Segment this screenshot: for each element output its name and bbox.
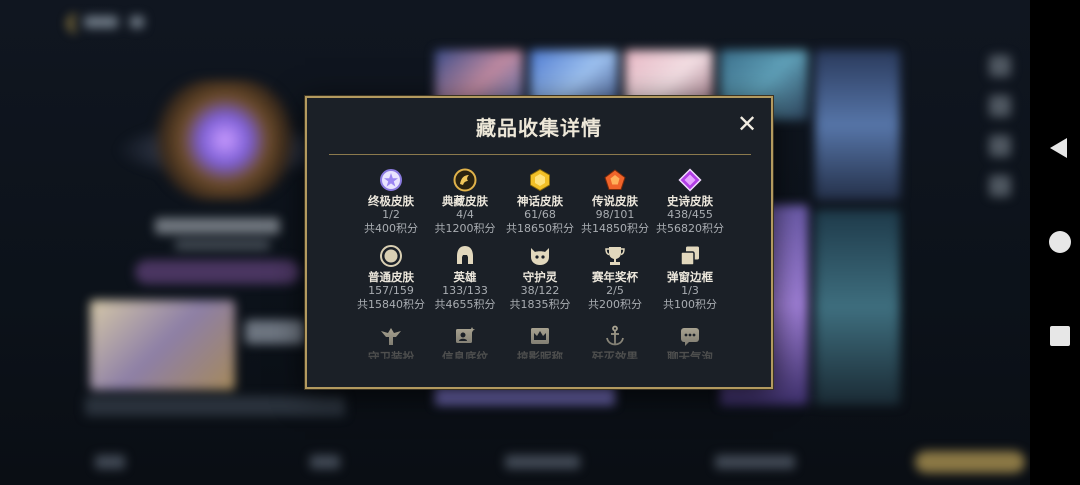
item-points: 共14850积分	[581, 222, 649, 235]
collection-item-info-background[interactable]: 信息底纹	[425, 324, 505, 359]
nav-recents-icon[interactable]	[1050, 326, 1070, 346]
item-name: 普通皮肤	[368, 270, 414, 284]
popup-frame-icon	[680, 246, 699, 266]
back-button[interactable]: ❮	[60, 10, 150, 34]
collection-details-modal: 藏品收集详情 ✕ 终极皮肤 1/2 共400积分 典藏皮肤 4/4 共1200积…	[305, 96, 773, 389]
profile-badge-pill[interactable]	[135, 260, 300, 284]
item-points: 共1200积分	[434, 222, 496, 235]
collection-item-season-trophy[interactable]: 赛年奖杯 2/5 共200积分	[575, 244, 655, 312]
item-count: 4/4	[456, 208, 474, 221]
collection-item-nickname[interactable]: 掠影昵称	[500, 324, 580, 359]
guardian-spirit-icon	[531, 248, 549, 265]
collection-item-popup-frame[interactable]: 弹窗边框 1/3 共100积分	[650, 244, 730, 312]
item-name: 守卫装扮	[368, 350, 414, 359]
item-name: 史诗皮肤	[667, 194, 713, 208]
collection-item-hero[interactable]: 英雄 133/133 共4655积分	[425, 244, 505, 312]
collection-item-chat-bubble[interactable]: 聊天气泡	[650, 324, 730, 359]
profile-name-blurred	[155, 218, 280, 234]
item-name: 传说皮肤	[592, 194, 638, 208]
collection-skin-icon	[453, 168, 477, 192]
profile-emblem	[150, 80, 300, 200]
chevron-left-icon: ❮	[64, 12, 80, 33]
collection-item-normal-skin[interactable]: 普通皮肤 157/159 共15840积分	[351, 244, 431, 312]
item-count: 1/2	[382, 208, 400, 221]
item-count: 133/133	[442, 284, 488, 297]
nickname-crown-icon	[531, 328, 549, 344]
collection-item-collection-skin[interactable]: 典藏皮肤 4/4 共1200积分	[425, 168, 505, 236]
anchor-effect-icon	[606, 325, 624, 346]
item-points: 共18650积分	[506, 222, 574, 235]
item-name: 弹窗边框	[667, 270, 713, 284]
item-name: 典藏皮肤	[442, 194, 488, 208]
item-name: 歼灭效果	[592, 350, 638, 359]
item-name: 终极皮肤	[368, 194, 414, 208]
rail-button[interactable]	[989, 135, 1011, 157]
rail-button[interactable]	[989, 175, 1011, 197]
item-count: 38/122	[520, 284, 560, 297]
hero-helmet-icon	[457, 246, 473, 264]
item-name: 守护灵	[522, 270, 558, 284]
collection-item-mythic[interactable]: 神话皮肤 61/68 共18650积分	[500, 168, 580, 236]
item-count: 2/5	[606, 284, 624, 297]
header-secondary-blurred	[130, 16, 144, 28]
item-points: 共400积分	[364, 222, 418, 235]
bottom-tab[interactable]	[310, 455, 340, 469]
back-button-label-blurred	[84, 16, 118, 28]
guard-outfit-icon	[381, 328, 401, 345]
nav-home-icon[interactable]	[1049, 231, 1071, 253]
bottom-tab-active[interactable]	[915, 451, 1025, 473]
bottom-tab-bar	[0, 440, 1030, 485]
collection-item-ultimate[interactable]: 终极皮肤 1/2 共400积分	[351, 168, 431, 236]
item-name: 聊天气泡	[667, 350, 713, 359]
item-name: 神话皮肤	[517, 194, 563, 208]
close-icon[interactable]: ✕	[735, 112, 759, 136]
item-count: 157/159	[368, 284, 414, 297]
showcase-card[interactable]	[90, 300, 235, 390]
info-background-icon	[456, 327, 475, 343]
item-points: 共1835积分	[509, 298, 571, 311]
right-tool-rail	[985, 55, 1015, 235]
system-navigation-bar	[1030, 0, 1080, 485]
item-count: 98/101	[595, 208, 635, 221]
profile-subtitle-blurred	[175, 240, 270, 250]
bottom-tab[interactable]	[95, 455, 125, 469]
modal-title: 藏品收集详情	[476, 116, 602, 140]
collection-item-epic[interactable]: 史诗皮肤 438/455 共56820积分	[650, 168, 730, 236]
item-name: 信息底纹	[442, 350, 488, 359]
collection-item-annihilation-effect[interactable]: 歼灭效果	[575, 324, 655, 359]
bottom-tab[interactable]	[505, 455, 580, 469]
bottom-tab[interactable]	[715, 455, 795, 469]
item-points: 共200积分	[588, 298, 642, 311]
trophy-icon	[605, 247, 625, 265]
bottom-info-strip	[85, 396, 345, 416]
item-name: 掠影昵称	[517, 350, 563, 359]
item-count: 1/3	[681, 284, 699, 297]
item-points: 共100积分	[663, 298, 717, 311]
item-name: 赛年奖杯	[592, 270, 638, 284]
item-name: 英雄	[453, 270, 477, 284]
mythic-skin-icon	[530, 168, 550, 192]
normal-skin-icon	[380, 245, 402, 267]
item-points: 共15840积分	[357, 298, 425, 311]
item-points: 共56820积分	[656, 222, 724, 235]
collection-item-guardian-spirit[interactable]: 守护灵 38/122 共1835积分	[500, 244, 580, 312]
skin-tile[interactable]	[815, 210, 900, 405]
rail-button[interactable]	[989, 95, 1011, 117]
skin-tile[interactable]	[815, 50, 900, 200]
nav-back-icon[interactable]	[1050, 138, 1067, 158]
epic-skin-icon	[678, 168, 702, 192]
rail-button[interactable]	[989, 55, 1011, 77]
legendary-skin-icon	[604, 169, 626, 190]
chat-bubble-icon	[681, 328, 699, 346]
title-divider	[329, 154, 751, 155]
showcase-card-label-blurred	[245, 320, 305, 344]
collection-item-legendary[interactable]: 传说皮肤 98/101 共14850积分	[575, 168, 655, 236]
ultimate-skin-icon	[380, 169, 402, 191]
item-count: 61/68	[524, 208, 556, 221]
collection-item-guard-outfit[interactable]: 守卫装扮	[351, 324, 431, 359]
item-points: 共4655积分	[434, 298, 496, 311]
item-count: 438/455	[667, 208, 713, 221]
